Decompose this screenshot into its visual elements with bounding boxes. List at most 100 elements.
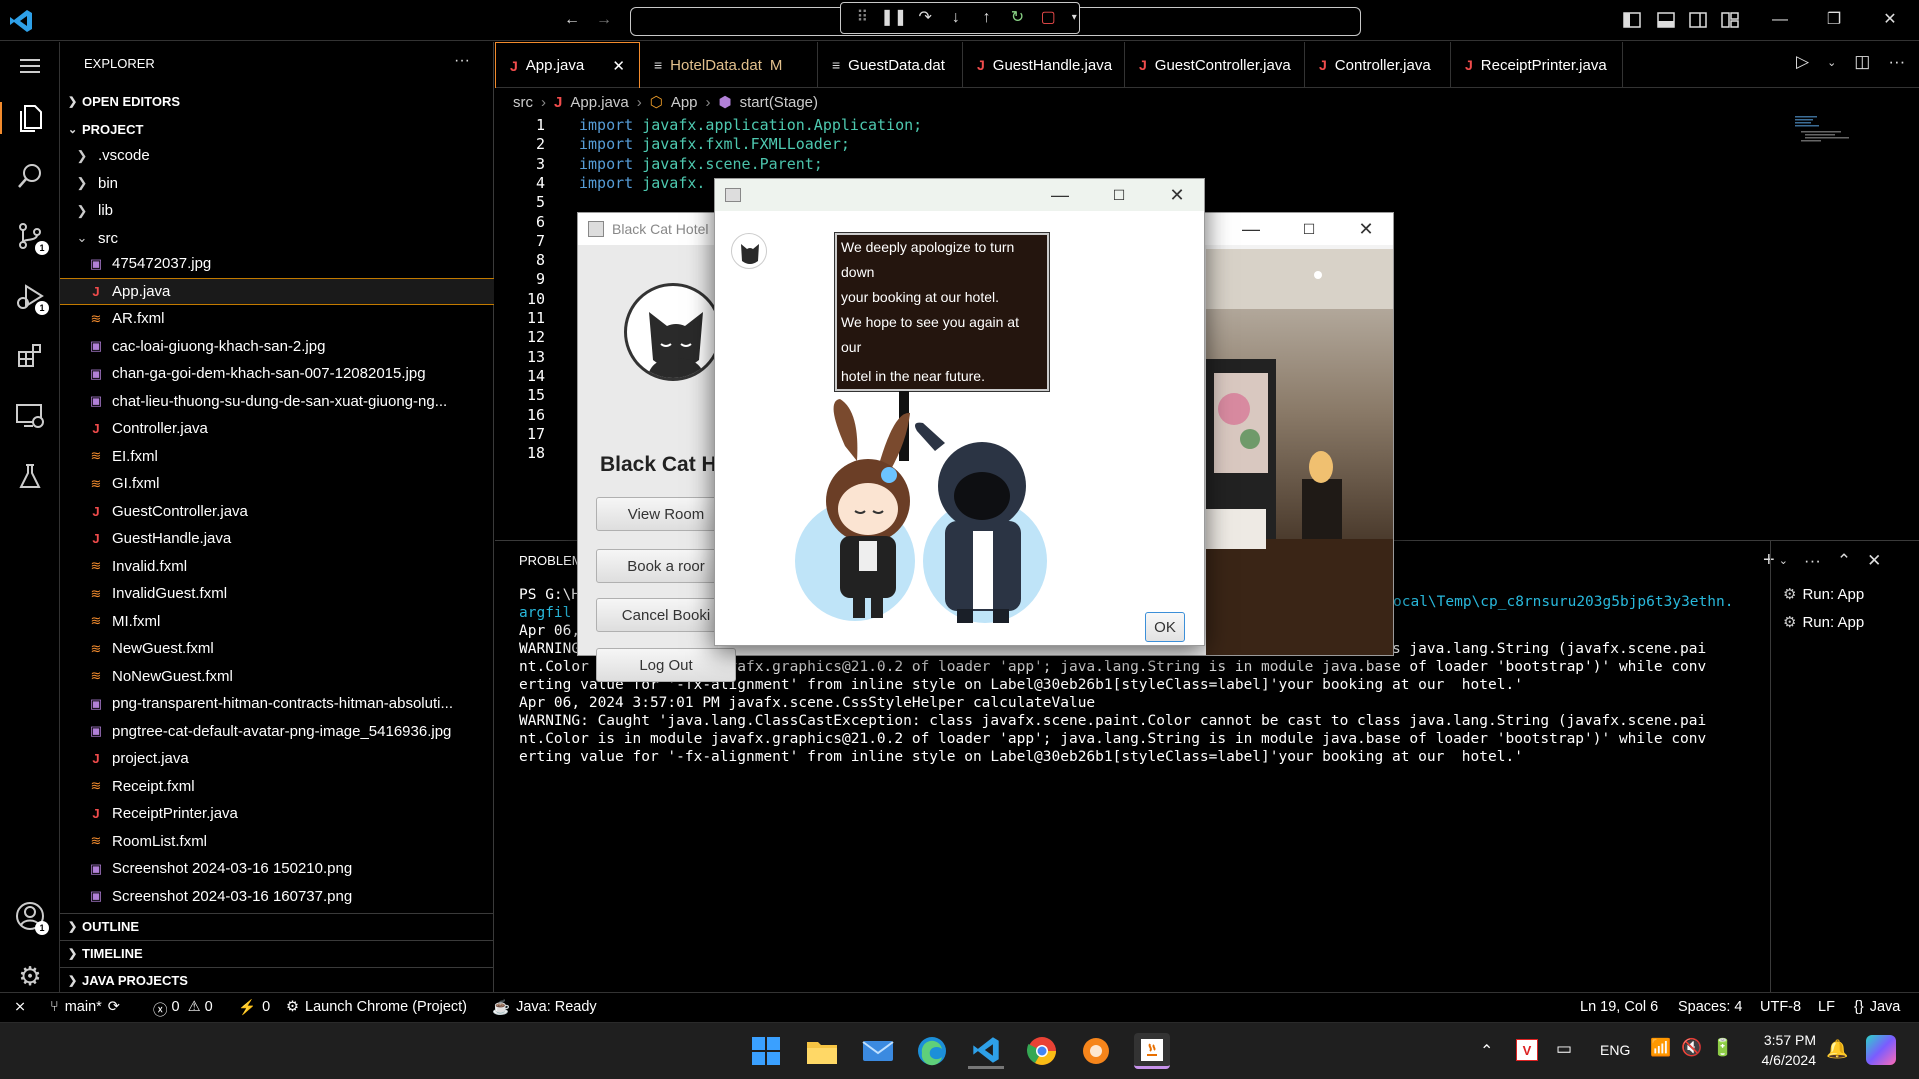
file-item[interactable]: J App.java: [60, 277, 494, 305]
testing-icon[interactable]: [14, 460, 46, 492]
close-icon[interactable]: ✕: [1149, 179, 1205, 211]
split-editor-icon[interactable]: ◫: [1854, 52, 1870, 72]
edge-icon[interactable]: [914, 1033, 950, 1069]
chevron-down-icon[interactable]: ▾: [1070, 8, 1079, 28]
indentation[interactable]: Spaces: 4: [1678, 999, 1743, 1015]
file-item[interactable]: ▣ Screenshot 2024-03-16 150210.png: [60, 855, 494, 882]
tab-guesthandle-java[interactable]: J GuestHandle.java: [963, 42, 1125, 88]
file-item[interactable]: ≋ Receipt.fxml: [60, 773, 494, 800]
ok-button[interactable]: OK: [1145, 612, 1185, 642]
file-item[interactable]: ≋ InvalidGuest.fxml: [60, 580, 494, 607]
file-item[interactable]: ≋ NewGuest.fxml: [60, 635, 494, 662]
log-out-button[interactable]: Log Out: [596, 648, 736, 682]
stop-icon[interactable]: ▢: [1039, 8, 1058, 28]
branch-indicator[interactable]: ⑂ main* ⟳: [50, 999, 120, 1015]
folder-item[interactable]: ❯ .vscode: [60, 142, 494, 169]
step-into-icon[interactable]: ↓: [947, 8, 966, 28]
file-item[interactable]: Jproject.java: [60, 745, 494, 772]
show-hidden-icons[interactable]: ⌃: [1480, 1041, 1493, 1061]
more-actions-icon[interactable]: ···: [1888, 52, 1905, 72]
remote-explorer-icon[interactable]: [14, 400, 46, 432]
extensions-icon[interactable]: [14, 340, 46, 372]
file-item[interactable]: ≋ NoNewGuest.fxml: [60, 663, 494, 690]
clock[interactable]: 3:57 PM 4/6/2024: [1754, 1030, 1817, 1070]
file-item[interactable]: J ReceiptPrinter.java: [60, 800, 494, 827]
minimize-icon[interactable]: —: [1223, 213, 1279, 245]
breadcrumb-src[interactable]: src: [513, 94, 533, 111]
tab-guestcontroller-java[interactable]: J GuestController.java: [1125, 42, 1305, 88]
outline-section[interactable]: ❯ OUTLINE: [60, 913, 494, 939]
project-section[interactable]: ⌄ PROJECT: [60, 116, 494, 142]
tab-app-java[interactable]: J App.java ✕: [495, 42, 640, 88]
cursor-position[interactable]: Ln 19, Col 6: [1580, 999, 1658, 1015]
folder-item[interactable]: ⌄ src: [60, 225, 494, 252]
settings-gear-icon[interactable]: ⚙: [14, 960, 46, 992]
minimap[interactable]: [1793, 114, 1853, 154]
layout-sidebar-icon[interactable]: [1622, 10, 1642, 30]
arrow-right-icon[interactable]: →: [594, 10, 614, 30]
breadcrumb-class[interactable]: App: [671, 94, 698, 111]
problems-indicator[interactable]: ⓧ 0 ⚠ 0: [153, 999, 213, 1020]
input-language[interactable]: ENG: [1600, 1042, 1630, 1058]
maximize-icon[interactable]: ☐: [1091, 179, 1147, 211]
file-item[interactable]: ▣ png-transparent-hitman-contracts-hitman…: [60, 690, 494, 717]
open-editors-section[interactable]: ❯ OPEN EDITORS: [60, 88, 494, 114]
tray-app-icon[interactable]: V: [1516, 1039, 1538, 1061]
notifications-icon[interactable]: 🔔: [1826, 1039, 1848, 1060]
remote-indicator-icon[interactable]: ⨯: [14, 999, 26, 1015]
file-explorer-icon[interactable]: [804, 1033, 840, 1069]
step-over-icon[interactable]: ↷: [916, 8, 935, 28]
file-item[interactable]: ▣ 475472037.jpg: [60, 250, 494, 277]
terminal-item[interactable]: ⚙ Run: App: [1783, 585, 1864, 604]
arrow-left-icon[interactable]: ←: [562, 10, 582, 30]
tab-guestdata-dat[interactable]: ≡ GuestData.dat: [818, 42, 963, 88]
file-item[interactable]: ≋ EI.fxml: [60, 443, 494, 470]
file-item[interactable]: ≋ GI.fxml: [60, 470, 494, 497]
restore-icon[interactable]: ❐: [1824, 10, 1844, 30]
file-item[interactable]: ▣ chat-lieu-thuong-su-dung-de-san-xuat-gi…: [60, 388, 494, 415]
breadcrumb-method[interactable]: start(Stage): [740, 94, 818, 111]
panel-tab-problems[interactable]: PROBLEM: [519, 553, 583, 568]
explorer-icon[interactable]: [0, 102, 60, 134]
maximize-icon[interactable]: ☐: [1281, 213, 1337, 245]
tab-close-icon[interactable]: ✕: [612, 57, 625, 75]
language-mode[interactable]: {} Java: [1854, 999, 1900, 1015]
java-projects-section[interactable]: ❯ JAVA PROJECTS: [60, 967, 494, 993]
copilot-icon[interactable]: [1866, 1035, 1896, 1065]
file-item[interactable]: ≋ MI.fxml: [60, 608, 494, 635]
breadcrumb-file[interactable]: App.java: [570, 94, 628, 111]
ports-indicator[interactable]: ⚡ 0: [238, 999, 270, 1016]
tab-receiptprinter-java[interactable]: J ReceiptPrinter.java: [1451, 42, 1623, 88]
folder-item[interactable]: ❯ bin: [60, 170, 494, 197]
file-item[interactable]: J Controller.java: [60, 415, 494, 442]
file-item[interactable]: ▣ chan-ga-goi-dem-khach-san-007-12082015.…: [60, 360, 494, 387]
menu-icon[interactable]: [14, 50, 46, 82]
windows-start-icon[interactable]: [748, 1033, 784, 1069]
grip-icon[interactable]: ⠿: [853, 8, 872, 28]
file-item[interactable]: ≋ Invalid.fxml: [60, 553, 494, 580]
minimize-icon[interactable]: —: [1770, 10, 1790, 30]
more-actions-icon[interactable]: ···: [454, 52, 470, 70]
layout-sidebar-right-icon[interactable]: [1688, 10, 1708, 30]
minimize-icon[interactable]: —: [1032, 179, 1088, 211]
folder-item[interactable]: ❯ lib: [60, 197, 494, 224]
end-of-line[interactable]: LF: [1818, 999, 1835, 1015]
pause-icon[interactable]: ❚❚: [880, 8, 907, 28]
terminal-item[interactable]: ⚙ Run: App: [1783, 613, 1864, 632]
close-icon[interactable]: ✕: [1338, 213, 1394, 245]
step-out-icon[interactable]: ↑: [977, 8, 996, 28]
source-control-icon[interactable]: 1: [14, 220, 49, 255]
vscode-taskbar-icon[interactable]: [968, 1033, 1004, 1069]
launch-indicator[interactable]: ⚙ Launch Chrome (Project): [286, 999, 467, 1015]
file-item[interactable]: J GuestHandle.java: [60, 525, 494, 552]
accounts-icon[interactable]: 1: [14, 900, 49, 935]
file-item[interactable]: ≋ AR.fxml: [60, 305, 494, 332]
file-item[interactable]: J GuestController.java: [60, 498, 494, 525]
file-item[interactable]: ≋ RoomList.fxml: [60, 828, 494, 855]
tab-controller-java[interactable]: J Controller.java: [1305, 42, 1451, 88]
layout-panel-icon[interactable]: [1656, 10, 1676, 30]
brave-browser-icon[interactable]: [1078, 1033, 1114, 1069]
restart-icon[interactable]: ↻: [1008, 8, 1027, 28]
tab-hoteldata-dat[interactable]: ≡ HotelData.dat M: [640, 42, 818, 88]
mail-icon[interactable]: [860, 1033, 896, 1069]
